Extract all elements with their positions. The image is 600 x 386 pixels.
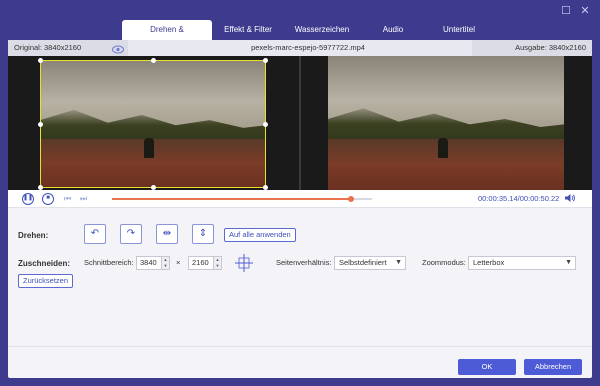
original-resolution: Original: 3840x2160 xyxy=(8,40,128,56)
output-video xyxy=(328,56,564,190)
chevron-down-icon: ▼ xyxy=(395,259,402,266)
aspect-ratio-value: Selbstdefiniert xyxy=(339,258,387,267)
timecode: 00:00:35.14/00:00:50.22 xyxy=(478,194,560,203)
center-crop-icon[interactable] xyxy=(234,253,254,273)
crop-handle[interactable] xyxy=(263,122,268,127)
original-resolution-text: Original: 3840x2160 xyxy=(14,43,82,52)
times-symbol: × xyxy=(176,258,181,267)
zoom-mode-value: Letterbox xyxy=(473,258,505,267)
rotate-left-icon: ↶ xyxy=(90,228,100,239)
close-icon[interactable]: ✕ xyxy=(578,4,592,18)
flip-horizontal-button[interactable]: ⇹ xyxy=(156,224,178,244)
aspect-ratio-select[interactable]: Selbstdefiniert ▼ xyxy=(334,256,406,270)
preview-divider xyxy=(299,56,301,190)
crop-label: Zuschneiden: xyxy=(18,259,71,268)
output-resolution: Ausgabe: 3840x2160 xyxy=(472,40,592,56)
crop-width-input[interactable]: 3840 ▲ ▼ xyxy=(136,256,170,270)
progress-knob[interactable] xyxy=(348,196,355,202)
tab-effects-filters[interactable]: Effekt & Filter xyxy=(212,20,284,40)
crop-handle[interactable] xyxy=(263,58,268,63)
tab-watermark[interactable]: Wasserzeichen xyxy=(284,20,360,40)
crop-handle[interactable] xyxy=(151,58,156,63)
main-panel: Original: 3840x2160 pexels-marc-espejo-5… xyxy=(8,40,592,378)
zoom-mode-label: Zoommodus: xyxy=(422,258,466,267)
rotate-right-button[interactable]: ↷ xyxy=(120,224,142,244)
flip-horizontal-icon: ⇹ xyxy=(162,228,172,239)
maximize-icon[interactable]: ☐ xyxy=(559,4,573,18)
rotate-right-icon: ↷ xyxy=(126,228,136,239)
file-name: pexels-marc-espejo-5977722.mp4 xyxy=(251,43,365,52)
crop-height-input[interactable]: 2160 ▲ ▼ xyxy=(188,256,222,270)
playback-controls: ❚❚ ■ ⏮ ⏭ 00:00:35.14/00:00:50.22 xyxy=(8,190,592,208)
tab-rotate-crop[interactable]: Drehen & Zuschneiden xyxy=(122,20,212,54)
ok-button[interactable]: OK xyxy=(458,359,516,375)
progress-fill xyxy=(112,198,352,200)
crop-area-label: Schnittbereich: xyxy=(84,258,134,267)
chevron-down-icon: ▼ xyxy=(565,259,572,266)
rotate-left-button[interactable]: ↶ xyxy=(84,224,106,244)
preview-area xyxy=(8,56,592,190)
apply-to-all-button[interactable]: Auf alle anwenden xyxy=(224,228,296,242)
next-frame-icon[interactable]: ⏭ xyxy=(80,193,87,205)
cancel-button[interactable]: Abbrechen xyxy=(524,359,582,375)
zoom-mode-select[interactable]: Letterbox ▼ xyxy=(468,256,576,270)
dialog-footer: OK Abbrechen xyxy=(8,346,592,378)
height-stepper[interactable]: ▲ ▼ xyxy=(213,257,221,269)
aspect-ratio-label: Seitenverhältnis: xyxy=(276,258,332,267)
crop-handle[interactable] xyxy=(38,58,43,63)
flip-vertical-button[interactable]: ⇕ xyxy=(192,224,214,244)
tab-bar: Drehen & Zuschneiden Effekt & Filter Was… xyxy=(122,20,492,54)
volume-icon[interactable] xyxy=(564,193,575,206)
crop-frame[interactable] xyxy=(38,58,268,190)
tab-audio[interactable]: Audio xyxy=(360,20,426,40)
rotate-label: Drehen: xyxy=(18,231,49,240)
crop-width-value: 3840 xyxy=(140,258,157,267)
progress-bar[interactable] xyxy=(112,196,372,202)
pause-button[interactable]: ❚❚ xyxy=(22,193,34,205)
reset-button[interactable]: Zurücksetzen xyxy=(18,274,74,288)
crop-handle[interactable] xyxy=(38,122,43,127)
flip-vertical-icon: ⇕ xyxy=(198,228,208,239)
stop-button[interactable]: ■ xyxy=(42,193,54,205)
info-bar: Original: 3840x2160 pexels-marc-espejo-5… xyxy=(8,40,592,56)
previous-frame-icon[interactable]: ⏮ xyxy=(64,193,71,205)
editor-window: ☐ ✕ Drehen & Zuschneiden Effekt & Filter… xyxy=(0,0,600,386)
tab-subtitles[interactable]: Untertitel xyxy=(426,20,492,40)
width-stepper[interactable]: ▲ ▼ xyxy=(161,257,169,269)
crop-height-value: 2160 xyxy=(192,258,209,267)
